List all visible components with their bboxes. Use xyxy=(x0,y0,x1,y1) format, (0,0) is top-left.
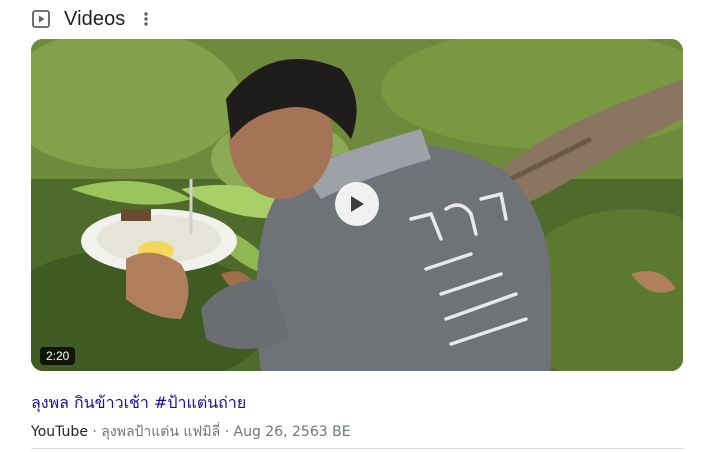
video-date: Aug 26, 2563 BE xyxy=(233,424,351,440)
video-thumbnail[interactable]: 2:20 xyxy=(31,39,683,371)
videos-section-header: Videos xyxy=(32,4,151,34)
more-vert-icon[interactable] xyxy=(141,10,151,28)
video-title-link[interactable]: ลุงพล กินข้าวเช้า #ป้าแต่นถ่าย xyxy=(31,391,246,416)
section-title: Videos xyxy=(64,7,126,30)
video-channel: ลุงพลป้าแต่น แฟมิลี่ xyxy=(101,424,221,440)
play-icon xyxy=(351,196,364,212)
divider xyxy=(31,448,683,449)
video-meta: YouTube · ลุงพลป้าแต่น แฟมิลี่ · Aug 26,… xyxy=(31,421,351,443)
video-play-icon xyxy=(32,10,50,28)
play-button[interactable] xyxy=(335,182,379,226)
meta-separator: · xyxy=(92,424,97,440)
video-duration-badge: 2:20 xyxy=(40,347,76,365)
meta-separator-2: · xyxy=(224,424,230,440)
video-source: YouTube xyxy=(31,424,88,440)
